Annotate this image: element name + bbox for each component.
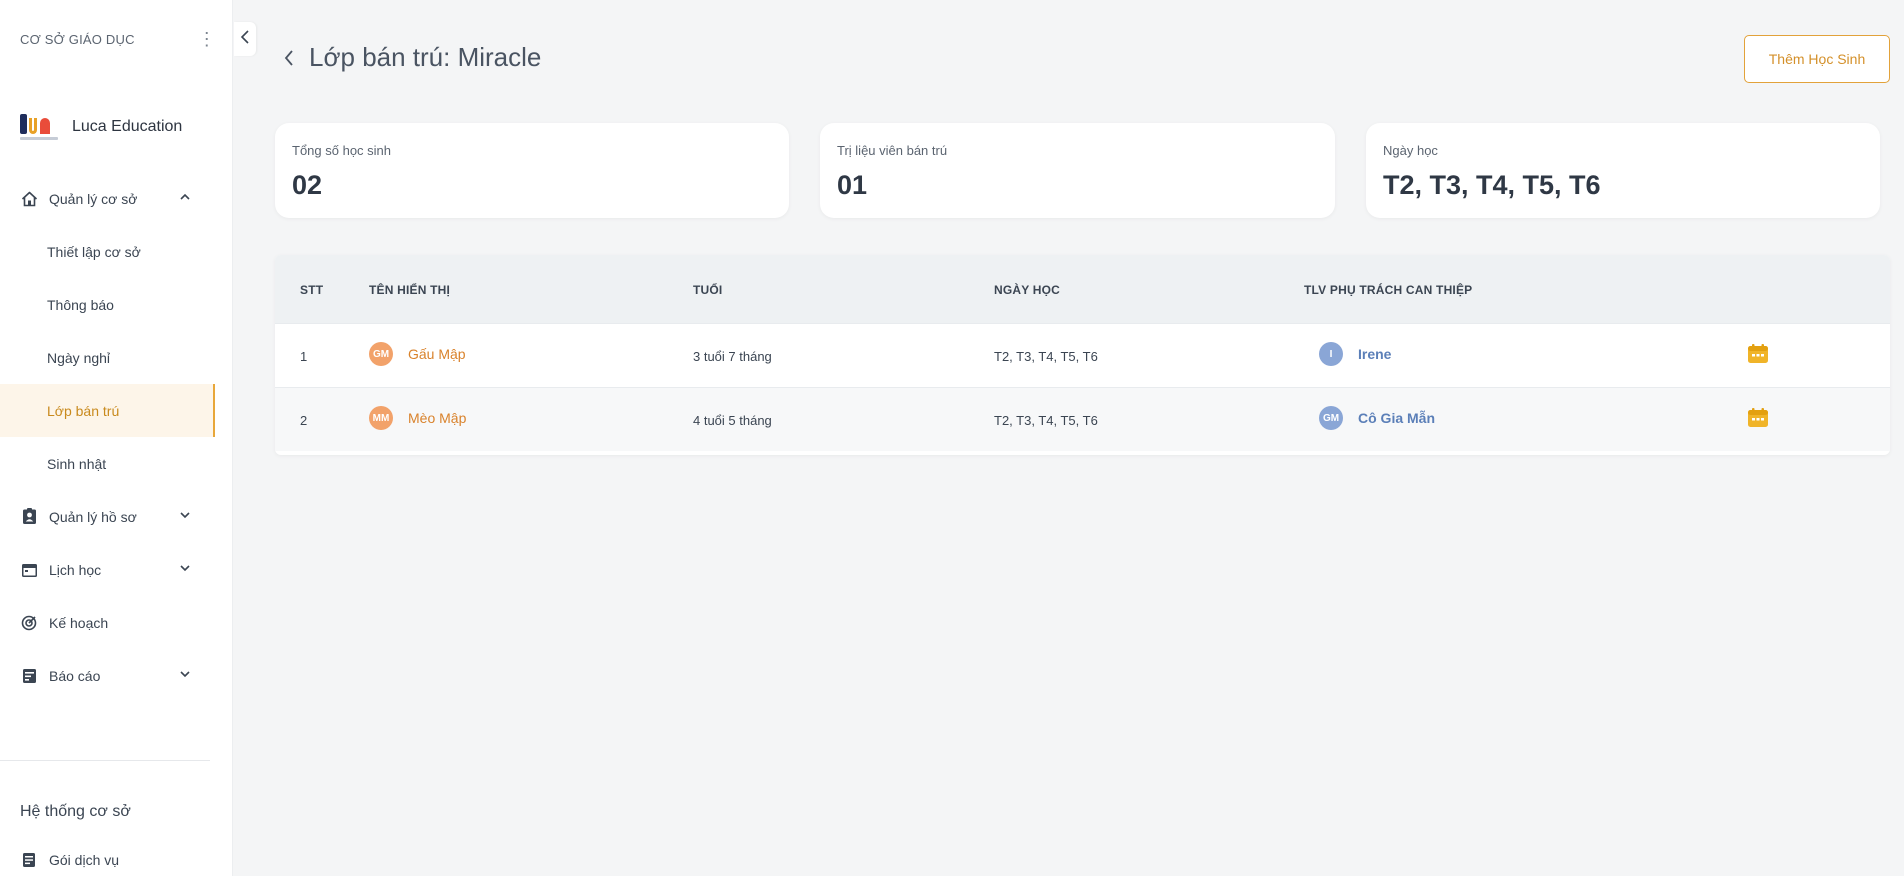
add-student-button[interactable]: Thêm Học Sinh [1744, 35, 1890, 83]
stat-card-therapists: Trị liệu viên bán trú 01 [820, 123, 1335, 218]
page-header: Lớp bán trú: Miracle [283, 42, 541, 73]
sidebar-item-label: Lịch học [49, 561, 102, 578]
sidebar-item-holidays[interactable]: Ngày nghỉ [0, 331, 215, 384]
target-icon [20, 614, 38, 632]
student-age: 3 tuổi 7 tháng [693, 349, 772, 364]
stat-card-total-students: Tổng số học sinh 02 [275, 123, 789, 218]
chevron-left-icon [240, 29, 250, 49]
sidebar-item-records[interactable]: Quản lý hồ sơ [0, 490, 215, 543]
sidebar-item-reports[interactable]: Báo cáo [0, 649, 215, 702]
org-header: CƠ SỞ GIÁO DỤC ⋮ [20, 30, 216, 48]
sidebar-item-label: Kế hoạch [49, 614, 109, 631]
luca-logo-icon [20, 110, 58, 144]
avatar: GM [369, 342, 393, 366]
sidebar-item-label: Quản lý hồ sơ [49, 508, 137, 525]
therapist-name-link[interactable]: Cô Gia Mẫn [1358, 410, 1435, 426]
table-row[interactable]: 1 GM Gấu Mập 3 tuổi 7 tháng T2, T3, T4, … [275, 323, 1890, 387]
chevron-down-icon [179, 508, 191, 524]
table-row[interactable]: 2 MM Mèo Mập 4 tuổi 5 tháng T2, T3, T4, … [275, 387, 1890, 451]
sidebar-item-schedule[interactable]: Lịch học [0, 543, 215, 596]
page-title: Lớp bán trú: Miracle [309, 42, 542, 72]
column-header-index: STT [300, 283, 324, 297]
document-icon [20, 851, 38, 869]
stat-value: 02 [292, 170, 323, 200]
students-table: STT TÊN HIỂN THỊ TUỔI NGÀY HỌC TLV PHỤ T… [275, 255, 1890, 455]
sidebar-divider [0, 760, 210, 761]
sidebar-item-notifications[interactable]: Thông báo [0, 278, 215, 331]
sidebar-item-label: Quản lý cơ sở [49, 190, 138, 207]
therapist-name-link[interactable]: Irene [1358, 346, 1391, 362]
stat-label: Trị liệu viên bán trú [837, 143, 948, 158]
org-label: CƠ SỞ GIÁO DỤC [20, 31, 135, 47]
therapist-cell: GM Cô Gia Mẫn [1319, 406, 1435, 430]
avatar: MM [369, 406, 393, 430]
table-header: STT TÊN HIỂN THỊ TUỔI NGÀY HỌC TLV PHỤ T… [275, 255, 1890, 323]
sidebar: CƠ SỞ GIÁO DỤC ⋮ Luca Education Quản lý … [0, 0, 233, 876]
student-days: T2, T3, T4, T5, T6 [994, 413, 1098, 428]
sidebar-item-birthdays[interactable]: Sinh nhật [0, 437, 215, 490]
home-icon [20, 190, 38, 208]
calendar-icon [20, 561, 38, 579]
student-cell: MM Mèo Mập [369, 406, 466, 430]
student-days: T2, T3, T4, T5, T6 [994, 349, 1098, 364]
brand[interactable]: Luca Education [20, 110, 182, 144]
therapist-cell: I Irene [1319, 342, 1391, 366]
column-header-name: TÊN HIỂN THỊ [369, 283, 451, 297]
student-cell: GM Gấu Mập [369, 342, 466, 366]
back-arrow-icon[interactable] [283, 49, 295, 67]
sidebar-item-facility-management[interactable]: Quản lý cơ sở [0, 172, 215, 225]
student-name-link[interactable]: Gấu Mập [408, 346, 466, 362]
more-options-icon[interactable]: ⋮ [198, 30, 216, 48]
report-icon [20, 667, 38, 685]
collapse-sidebar-button[interactable] [234, 22, 256, 56]
row-index: 1 [300, 349, 308, 364]
sidebar-item-setup[interactable]: Thiết lập cơ sở [0, 225, 215, 278]
chevron-down-icon [179, 561, 191, 577]
sidebar-nav: Quản lý cơ sở Thiết lập cơ sở Thông báo … [0, 172, 215, 702]
chevron-down-icon [179, 667, 191, 683]
stat-value: T2, T3, T4, T5, T6 [1383, 170, 1601, 200]
system-section-title: Hệ thống cơ sở [20, 803, 131, 820]
stat-value: 01 [837, 170, 868, 200]
calendar-icon[interactable] [1747, 344, 1769, 367]
column-header-days: NGÀY HỌC [994, 283, 1061, 297]
stat-label: Tổng số học sinh [292, 143, 392, 158]
calendar-icon[interactable] [1747, 408, 1769, 431]
column-header-age: TUỔI [693, 283, 723, 297]
student-age: 4 tuổi 5 tháng [693, 413, 772, 428]
sidebar-item-service-package[interactable]: Gói dịch vụ [20, 851, 119, 869]
sidebar-item-label: Báo cáo [49, 667, 101, 684]
sidebar-item-plan[interactable]: Kế hoạch [0, 596, 215, 649]
column-header-therapist: TLV PHỤ TRÁCH CAN THIỆP [1304, 283, 1473, 297]
stat-card-study-days: Ngày học T2, T3, T4, T5, T6 [1366, 123, 1880, 218]
sidebar-item-label: Gói dịch vụ [49, 852, 120, 868]
row-index: 2 [300, 413, 308, 428]
chevron-up-icon [179, 190, 191, 206]
sidebar-item-daycare[interactable]: Lớp bán trú [0, 384, 215, 437]
avatar: GM [1319, 406, 1343, 430]
avatar: I [1319, 342, 1343, 366]
stat-label: Ngày học [1383, 143, 1438, 158]
id-badge-icon [20, 508, 38, 526]
student-name-link[interactable]: Mèo Mập [408, 410, 466, 426]
brand-name: Luca Education [72, 118, 183, 135]
